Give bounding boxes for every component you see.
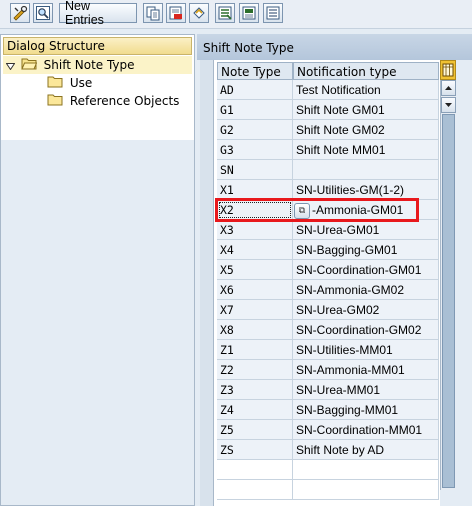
note-type-cell[interactable]: X8 <box>217 320 293 340</box>
note-type-cell[interactable]: G3 <box>217 140 293 160</box>
note-type-cell[interactable]: G1 <box>217 100 293 120</box>
notification-type-cell[interactable]: SN-Urea-GM01 <box>293 220 439 240</box>
expand-arrow-icon[interactable] <box>3 57 17 75</box>
column-configuration-icon[interactable] <box>440 60 456 80</box>
notification-type-cell[interactable]: SN-Utilities-MM01 <box>293 340 439 360</box>
notification-type-cell[interactable]: SN-Bagging-MM01 <box>293 400 439 420</box>
folder-icon <box>47 93 63 111</box>
vertical-scrollbar[interactable] <box>440 80 456 490</box>
notification-type-cell[interactable]: SN-Urea-MM01 <box>293 380 439 400</box>
dialog-structure-header: Dialog Structure <box>3 37 192 55</box>
undo-icon[interactable] <box>189 3 209 23</box>
notification-type-cell[interactable] <box>293 160 439 180</box>
tree-item-label: Shift Note Type <box>43 58 135 72</box>
row-highlight-box <box>215 198 419 222</box>
note-type-cell[interactable]: Z1 <box>217 340 293 360</box>
column-header-notification-type[interactable]: Notification type <box>293 62 439 80</box>
note-type-cell[interactable]: SN <box>217 160 293 180</box>
tree-item-use[interactable]: Use <box>47 74 92 92</box>
note-type-cell[interactable]: Z3 <box>217 380 293 400</box>
folder-icon <box>47 75 63 93</box>
notification-type-cell[interactable] <box>293 460 439 480</box>
dialog-structure-panel: Dialog Structure Shift Note Type Use Ref… <box>0 34 195 506</box>
scroll-thumb[interactable] <box>442 114 455 488</box>
notification-type-cell[interactable]: SN-Ammonia-GM02 <box>293 280 439 300</box>
deselect-all-icon[interactable] <box>263 3 283 23</box>
note-type-cell[interactable] <box>217 460 293 480</box>
notification-type-cell[interactable] <box>293 480 439 500</box>
tree-item-reference-objects[interactable]: Reference Objects <box>47 92 179 110</box>
notification-type-cell[interactable]: Shift Note GM01 <box>293 100 439 120</box>
application-toolbar: New Entries <box>0 0 472 29</box>
note-type-cell[interactable]: X6 <box>217 280 293 300</box>
note-type-cell[interactable]: Z5 <box>217 420 293 440</box>
select-all-icon[interactable] <box>215 3 235 23</box>
select-block-icon[interactable] <box>239 3 259 23</box>
note-type-cell[interactable] <box>217 480 293 500</box>
note-type-cell[interactable]: X4 <box>217 240 293 260</box>
note-type-cell[interactable]: G2 <box>217 120 293 140</box>
note-type-cell[interactable]: Z2 <box>217 360 293 380</box>
note-type-cell[interactable]: ZS <box>217 440 293 460</box>
note-type-cell[interactable]: X3 <box>217 220 293 240</box>
notification-type-cell[interactable]: SN-Coordination-MM01 <box>293 420 439 440</box>
note-type-cell[interactable]: X7 <box>217 300 293 320</box>
notification-type-cell[interactable]: SN-Ammonia-MM01 <box>293 360 439 380</box>
scroll-up-button[interactable] <box>441 80 456 96</box>
notification-type-cell[interactable]: Test Notification <box>293 80 439 100</box>
row-selector-column[interactable] <box>200 60 214 506</box>
change-display-icon[interactable] <box>10 3 30 23</box>
table-grid: Note Type Notification type AD Test Notif… <box>200 60 440 506</box>
tree-empty-area <box>1 140 194 505</box>
notification-type-cell[interactable]: SN-Urea-GM02 <box>293 300 439 320</box>
tree-item-label: Reference Objects <box>69 94 180 108</box>
note-type-cell[interactable]: AD <box>217 80 293 100</box>
tree-item-label: Use <box>69 76 93 90</box>
notification-type-cell[interactable]: Shift Note GM02 <box>293 120 439 140</box>
notification-type-cell[interactable]: SN-Coordination-GM01 <box>293 260 439 280</box>
open-folder-icon <box>21 57 38 75</box>
copy-icon[interactable] <box>143 3 163 23</box>
note-type-cell[interactable]: X5 <box>217 260 293 280</box>
notification-type-cell[interactable]: Shift Note MM01 <box>293 140 439 160</box>
notification-type-cell[interactable]: Shift Note by AD <box>293 440 439 460</box>
new-entries-button[interactable]: New Entries <box>59 0 137 27</box>
tree-item-shift-note-type[interactable]: Shift Note Type <box>3 56 192 74</box>
scroll-down-button[interactable] <box>441 97 456 113</box>
details-icon[interactable] <box>33 3 53 23</box>
delete-icon[interactable] <box>166 3 186 23</box>
notification-type-cell[interactable]: SN-Utilities-GM(1-2) <box>293 180 439 200</box>
column-header-note-type[interactable]: Note Type <box>217 62 293 80</box>
table-title: Shift Note Type <box>197 34 472 60</box>
notification-type-cell[interactable]: SN-Bagging-GM01 <box>293 240 439 260</box>
notification-type-cell[interactable]: SN-Coordination-GM02 <box>293 320 439 340</box>
note-type-cell[interactable]: X1 <box>217 180 293 200</box>
note-type-cell[interactable]: Z4 <box>217 400 293 420</box>
